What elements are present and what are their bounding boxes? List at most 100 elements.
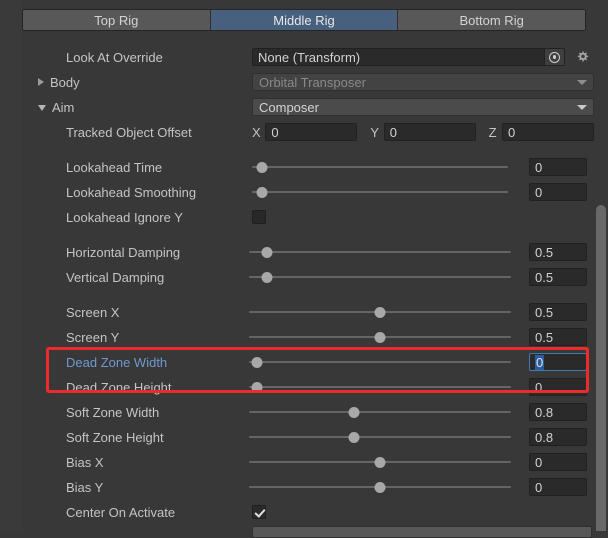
inspector-content: Top Rig Middle Rig Bottom Rig Look At Ov…: [22, 0, 594, 531]
bias-x-label: Bias X: [66, 454, 104, 470]
screen-x-label: Screen X: [66, 304, 120, 320]
soft-zone-width-label: Soft Zone Width: [66, 404, 160, 420]
tab-bottom-rig[interactable]: Bottom Rig: [398, 10, 585, 30]
offset-y-label: Y: [370, 124, 379, 140]
row-soft-zone-width: Soft Zone Width 0.8: [22, 401, 594, 423]
lookahead-ignore-y-label-col: Lookahead Ignore Y: [66, 206, 266, 228]
chevron-right-icon[interactable]: [38, 78, 44, 86]
soft-zone-height-field-zone: 0.8: [249, 426, 594, 448]
bias-y-field-zone: 0: [249, 476, 594, 498]
soft-zone-width-slider[interactable]: [249, 403, 511, 421]
aim-foldout[interactable]: Aim: [38, 96, 238, 118]
scrollbar-thumb[interactable]: [596, 205, 606, 531]
row-bias-y: Bias Y 0: [22, 476, 594, 498]
chevron-down-foldout-icon[interactable]: [38, 105, 46, 111]
aim-label: Aim: [52, 99, 75, 115]
soft-zone-height-input[interactable]: 0.8: [529, 428, 587, 446]
soft-zone-width-label-col: Soft Zone Width: [66, 401, 266, 423]
row-lookahead-time: Lookahead Time 0: [22, 156, 594, 178]
slider-knob[interactable]: [256, 161, 268, 173]
dead-zone-height-label: Dead Zone Height: [66, 379, 172, 395]
screen-x-input[interactable]: 0.5: [529, 303, 587, 321]
slider-track: [249, 276, 511, 278]
look-at-override-object-field[interactable]: None (Transform): [252, 48, 565, 66]
vertical-scrollbar[interactable]: [594, 0, 608, 531]
horizontal-damping-input[interactable]: 0.5: [529, 243, 587, 261]
object-picker-icon[interactable]: [544, 49, 564, 65]
bias-y-label-col: Bias Y: [66, 476, 266, 498]
tab-top-rig[interactable]: Top Rig: [23, 10, 211, 30]
slider-knob[interactable]: [251, 356, 263, 368]
slider-track: [249, 361, 511, 363]
row-screen-y: Screen Y 0.5: [22, 326, 594, 348]
slider-track: [249, 386, 511, 388]
tracked-object-offset-fields: X 0 Y 0 Z 0: [252, 121, 594, 143]
tab-middle-rig[interactable]: Middle Rig: [210, 10, 399, 30]
row-horizontal-damping: Horizontal Damping 0.5: [22, 241, 594, 263]
offset-y-input[interactable]: 0: [383, 123, 476, 141]
bias-x-input[interactable]: 0: [529, 453, 587, 471]
offset-x-input[interactable]: 0: [265, 123, 358, 141]
slider-knob[interactable]: [374, 456, 386, 468]
slider-knob[interactable]: [251, 381, 263, 393]
screen-x-slider[interactable]: [249, 303, 511, 321]
row-look-at-override: Look At Override None (Transform): [22, 46, 594, 68]
slider-knob[interactable]: [261, 271, 273, 283]
slider-knob[interactable]: [348, 431, 360, 443]
body-label: Body: [50, 74, 80, 90]
lookahead-ignore-y-label: Lookahead Ignore Y: [66, 209, 183, 225]
soft-zone-width-input[interactable]: 0.8: [529, 403, 587, 421]
dead-zone-height-slider[interactable]: [249, 378, 511, 396]
slider-knob[interactable]: [261, 246, 273, 258]
horizontal-damping-slider[interactable]: [249, 243, 511, 261]
soft-zone-height-label: Soft Zone Height: [66, 429, 164, 445]
row-soft-zone-height: Soft Zone Height 0.8: [22, 426, 594, 448]
slider-knob[interactable]: [348, 406, 360, 418]
bias-y-input[interactable]: 0: [529, 478, 587, 496]
offset-z-input[interactable]: 0: [502, 123, 594, 141]
dead-zone-height-field-zone: 0: [249, 376, 594, 398]
screen-y-field-zone: 0.5: [249, 326, 594, 348]
aim-field-zone: Composer: [252, 96, 594, 118]
slider-knob[interactable]: [374, 331, 386, 343]
lookahead-time-slider[interactable]: [252, 158, 508, 176]
lookahead-ignore-y-checkbox[interactable]: [252, 210, 266, 224]
center-on-activate-checkbox[interactable]: [252, 505, 266, 519]
screen-x-field-zone: 0.5: [249, 301, 594, 323]
dead-zone-width-input[interactable]: 0: [529, 353, 587, 371]
lookahead-smoothing-input[interactable]: 0: [529, 183, 587, 201]
bias-x-slider[interactable]: [249, 453, 511, 471]
body-foldout[interactable]: Body: [38, 71, 238, 93]
vertical-damping-input[interactable]: 0.5: [529, 268, 587, 286]
lookahead-time-label-col: Lookahead Time: [66, 156, 266, 178]
lookahead-time-input[interactable]: 0: [529, 158, 587, 176]
aim-dropdown-value: Composer: [259, 99, 319, 115]
lookahead-time-label: Lookahead Time: [66, 159, 163, 175]
slider-track: [252, 191, 508, 193]
inspector-panel: Top Rig Middle Rig Bottom Rig Look At Ov…: [0, 0, 608, 538]
bias-y-slider[interactable]: [249, 478, 511, 496]
screen-y-slider[interactable]: [249, 328, 511, 346]
slider-track: [249, 251, 511, 253]
center-on-activate-label: Center On Activate: [66, 504, 176, 520]
body-field-zone: Orbital Transposer: [252, 71, 594, 93]
gear-icon[interactable]: [574, 49, 590, 65]
slider-knob[interactable]: [374, 481, 386, 493]
row-bias-x: Bias X 0: [22, 451, 594, 473]
dead-zone-height-input[interactable]: 0: [529, 378, 587, 396]
next-row-partial-field[interactable]: [252, 526, 592, 538]
screen-y-input[interactable]: 0.5: [529, 328, 587, 346]
horizontal-damping-label-col: Horizontal Damping: [66, 241, 266, 263]
screen-x-label-col: Screen X: [66, 301, 266, 323]
aim-dropdown[interactable]: Composer: [252, 98, 594, 116]
vertical-damping-slider[interactable]: [249, 268, 511, 286]
look-at-override-label-col: Look At Override: [66, 46, 266, 68]
slider-knob[interactable]: [256, 186, 268, 198]
lookahead-smoothing-label-col: Lookahead Smoothing: [66, 181, 266, 203]
dead-zone-width-slider[interactable]: [249, 353, 511, 371]
body-dropdown[interactable]: Orbital Transposer: [252, 73, 594, 91]
soft-zone-height-slider[interactable]: [249, 428, 511, 446]
lookahead-smoothing-slider[interactable]: [252, 183, 508, 201]
dead-zone-width-field-zone: 0: [249, 351, 594, 373]
slider-knob[interactable]: [374, 306, 386, 318]
